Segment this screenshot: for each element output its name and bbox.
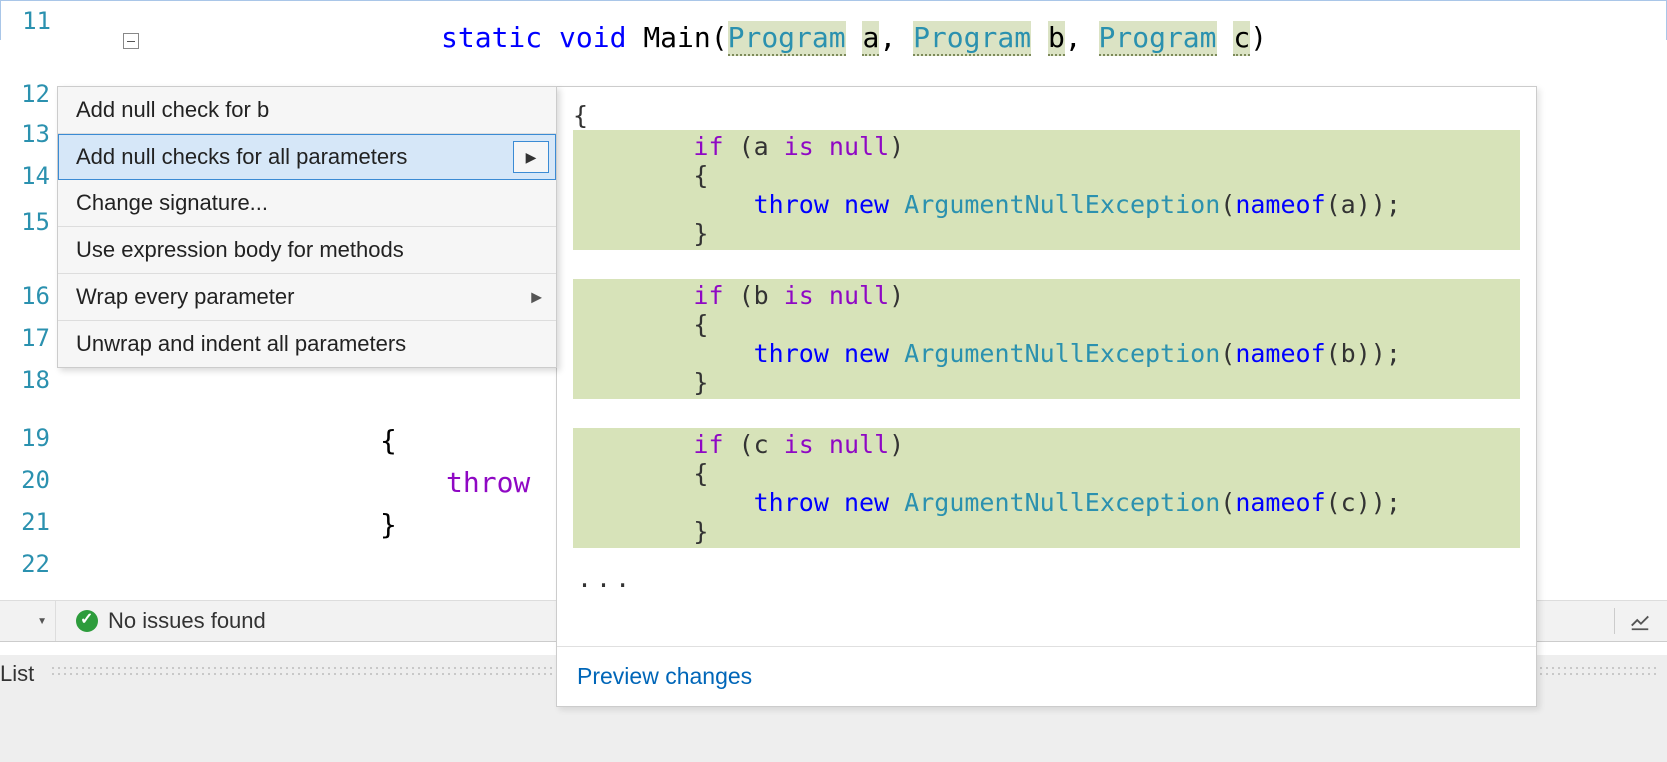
code-brace-close[interactable]: }	[380, 508, 397, 541]
preview-ellipsis: ...	[557, 554, 1536, 613]
code-text[interactable]: static void Main(Program a, Program b, P…	[301, 0, 1267, 54]
separator	[1614, 608, 1615, 634]
preview-code: { if (a is null) { throw new ArgumentNul…	[557, 87, 1536, 554]
fold-toggle-icon[interactable]	[123, 33, 139, 49]
quick-actions-menu: Add null check for b Add null checks for…	[57, 86, 557, 368]
menu-item-change-signature[interactable]: Change signature...	[58, 180, 556, 227]
code-preview-panel: { if (a is null) { throw new ArgumentNul…	[556, 86, 1537, 707]
chevron-down-icon: ▼	[37, 616, 47, 627]
chevron-right-icon: ▶	[531, 289, 542, 306]
menu-item-add-null-checks-all[interactable]: Add null checks for all parameters ▶	[58, 134, 556, 180]
panel-title[interactable]: List	[0, 661, 40, 687]
submenu-expand-icon[interactable]: ▶	[513, 141, 549, 173]
status-dropdown[interactable]: ▼	[0, 601, 56, 641]
code-line-11[interactable]: 11 static void Main(Program a, Program b…	[0, 0, 1667, 40]
cleanup-icon[interactable]	[1629, 610, 1651, 632]
line-number: 11	[1, 7, 61, 35]
menu-item-wrap-every-parameter[interactable]: Wrap every parameter ▶	[58, 274, 556, 321]
menu-item-expression-body[interactable]: Use expression body for methods	[58, 227, 556, 274]
preview-changes-link[interactable]: Preview changes	[577, 663, 752, 689]
status-text: No issues found	[108, 608, 266, 634]
menu-item-add-null-check-b[interactable]: Add null check for b	[58, 87, 556, 134]
code-brace-open[interactable]: {	[380, 424, 397, 457]
code-throw[interactable]: throw	[446, 466, 530, 499]
menu-item-unwrap-indent-params[interactable]: Unwrap and indent all parameters	[58, 321, 556, 367]
check-ok-icon	[76, 610, 98, 632]
